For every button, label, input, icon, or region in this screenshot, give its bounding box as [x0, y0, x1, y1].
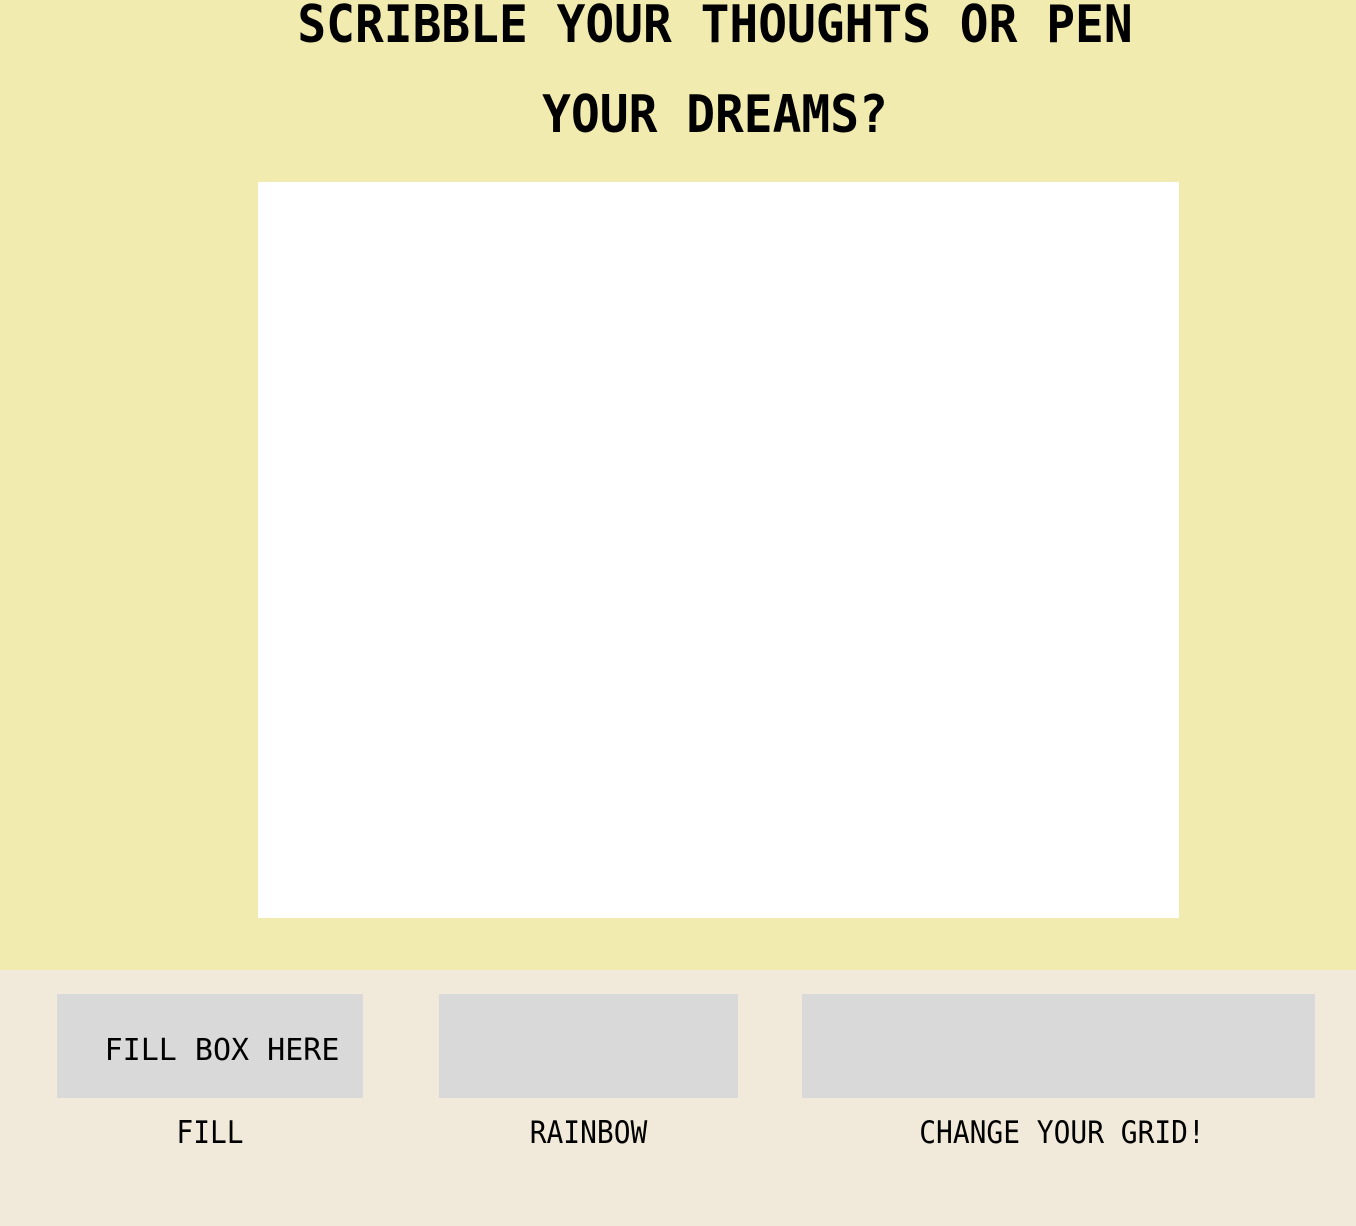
rainbow-button[interactable]: RAINBOW [454, 1113, 723, 1153]
grid-size-box[interactable] [802, 994, 1315, 1098]
change-grid-button[interactable]: CHANGE YOUR GRID! [828, 1113, 1296, 1153]
page-title: SCRIBBLE YOUR THOUGHTS OR PEN YOUR DREAM… [297, 0, 1133, 145]
rainbow-box[interactable] [439, 994, 738, 1098]
fill-input-placeholder: FILL BOX HERE [104, 1032, 340, 1068]
drawing-canvas[interactable] [258, 182, 1179, 918]
fill-input[interactable]: FILL BOX HERE [57, 994, 363, 1098]
top-section: SCRIBBLE YOUR THOUGHTS OR PEN YOUR DREAM… [0, 0, 1356, 970]
fill-button[interactable]: FILL [72, 1113, 347, 1153]
